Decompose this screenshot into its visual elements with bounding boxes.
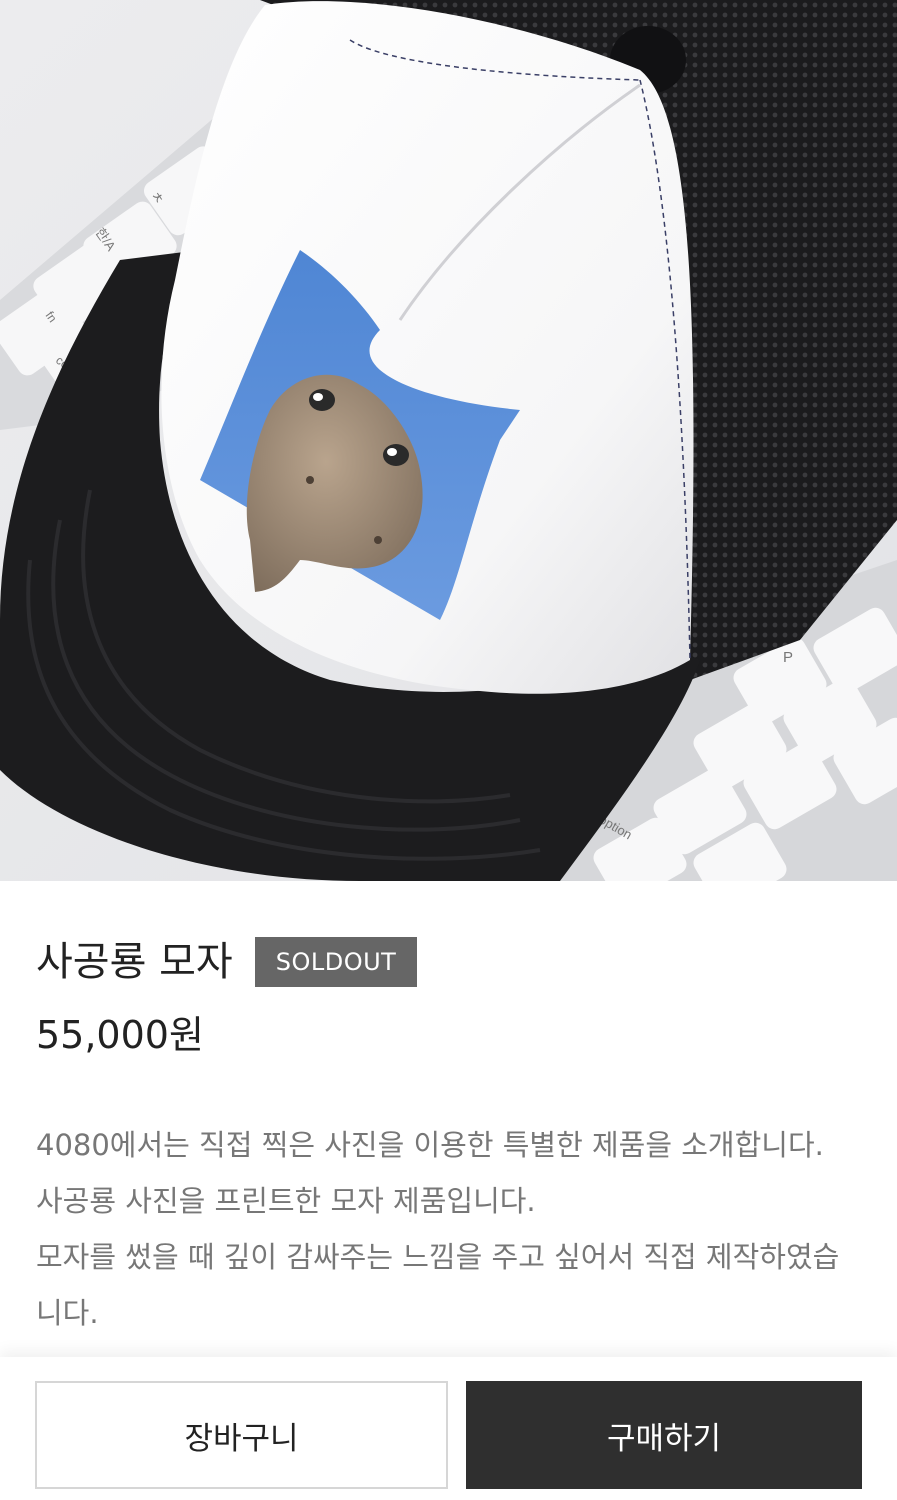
product-image[interactable]: ㅊ 한/A fn control P option (0, 0, 897, 881)
buy-now-button[interactable]: 구매하기 (466, 1381, 862, 1489)
product-name: 사공룡 모자 (36, 939, 233, 985)
product-photo-illustration: ㅊ 한/A fn control P option (0, 0, 897, 881)
description-line-1: 4080에서는 직접 찍은 사진을 이용한 특별한 제품을 소개합니다. (36, 1128, 824, 1162)
description-line-3: 모자를 썼을 때 깊이 감싸주는 느낌을 주고 싶어서 직접 제작하였습니다. (36, 1240, 840, 1330)
product-price: 55,000원 (36, 1013, 204, 1057)
add-to-cart-button[interactable]: 장바구니 (35, 1381, 448, 1489)
bottom-action-bar: 장바구니 구매하기 (0, 1357, 897, 1500)
soldout-badge: SOLDOUT (254, 937, 418, 987)
description-line-2: 사공룡 사진을 프린트한 모자 제품입니다. (36, 1184, 536, 1218)
product-detail-page: ㅊ 한/A fn control P option (0, 0, 897, 1500)
key-label-5: P (783, 649, 793, 666)
product-description: 4080에서는 직접 찍은 사진을 이용한 특별한 제품을 소개합니다. 사공룡… (36, 1117, 861, 1341)
product-title-row: 사공룡 모자 SOLDOUT (36, 937, 418, 987)
